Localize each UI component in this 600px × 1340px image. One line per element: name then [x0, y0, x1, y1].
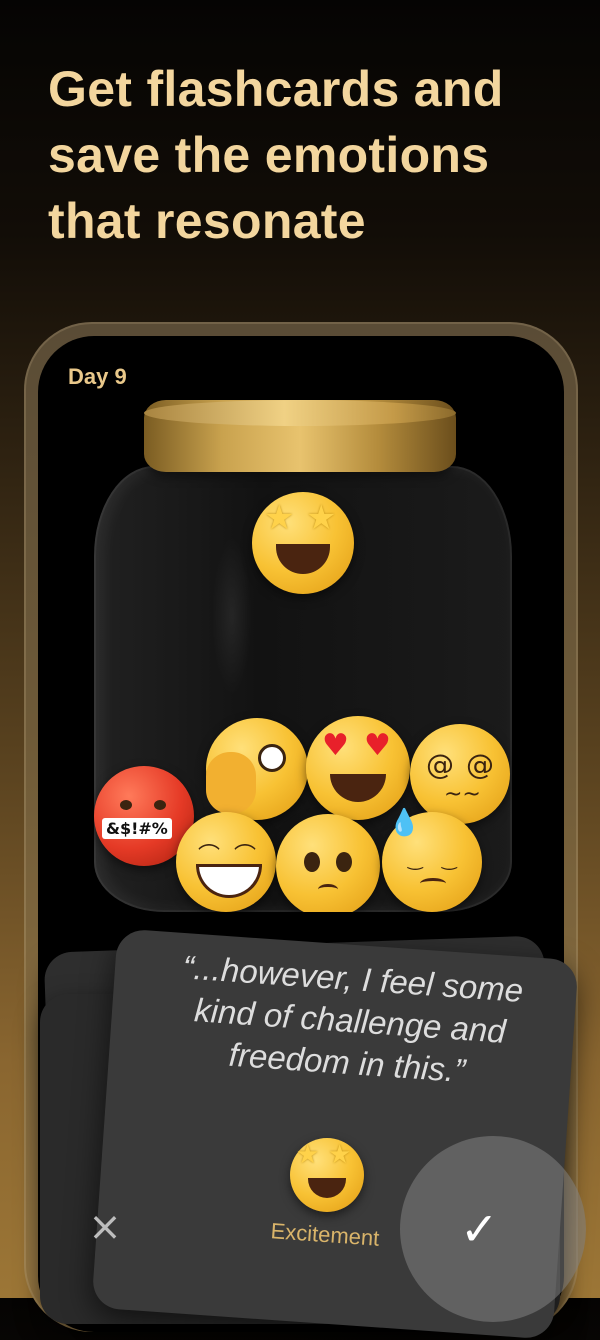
headline-line-1: Get flashcards and — [48, 61, 504, 117]
peeking-face-emoji — [206, 718, 308, 820]
heart-eyes-emoji: ♥ ♥ — [306, 716, 410, 820]
grawlix-label: &$!#% — [102, 818, 172, 839]
downcast-sweat-face-emoji: 💧 ‿ ‿ — [382, 808, 482, 912]
headline: Get flashcards and save the emotions tha… — [48, 56, 568, 254]
headline-line-3: that resonate — [48, 193, 366, 249]
pleading-face-emoji — [276, 814, 380, 912]
dizzy-face-emoji: @ @ ~~ — [410, 724, 510, 824]
jar-lid — [144, 400, 456, 472]
close-icon: × — [88, 1204, 122, 1250]
grinning-face-emoji: ⌒ ⌒ — [176, 812, 276, 912]
star-struck-emoji: ★ ★ — [252, 492, 354, 594]
dismiss-button[interactable]: × — [82, 1204, 128, 1250]
star-struck-icon: ★ ★ — [290, 1138, 364, 1212]
checkmark-icon: ✓ — [460, 1202, 499, 1256]
emotion-jar: ★ ★ &$!#% ♥ ♥ @ @ ~~ ⌒ ⌒ 💧 ‿ ‿ — [94, 466, 512, 912]
day-label: Day 9 — [68, 364, 127, 389]
save-emotion-button[interactable]: ✓ — [400, 1136, 586, 1322]
jar-glare — [212, 536, 252, 696]
headline-line-2: save the emotions — [48, 127, 490, 183]
